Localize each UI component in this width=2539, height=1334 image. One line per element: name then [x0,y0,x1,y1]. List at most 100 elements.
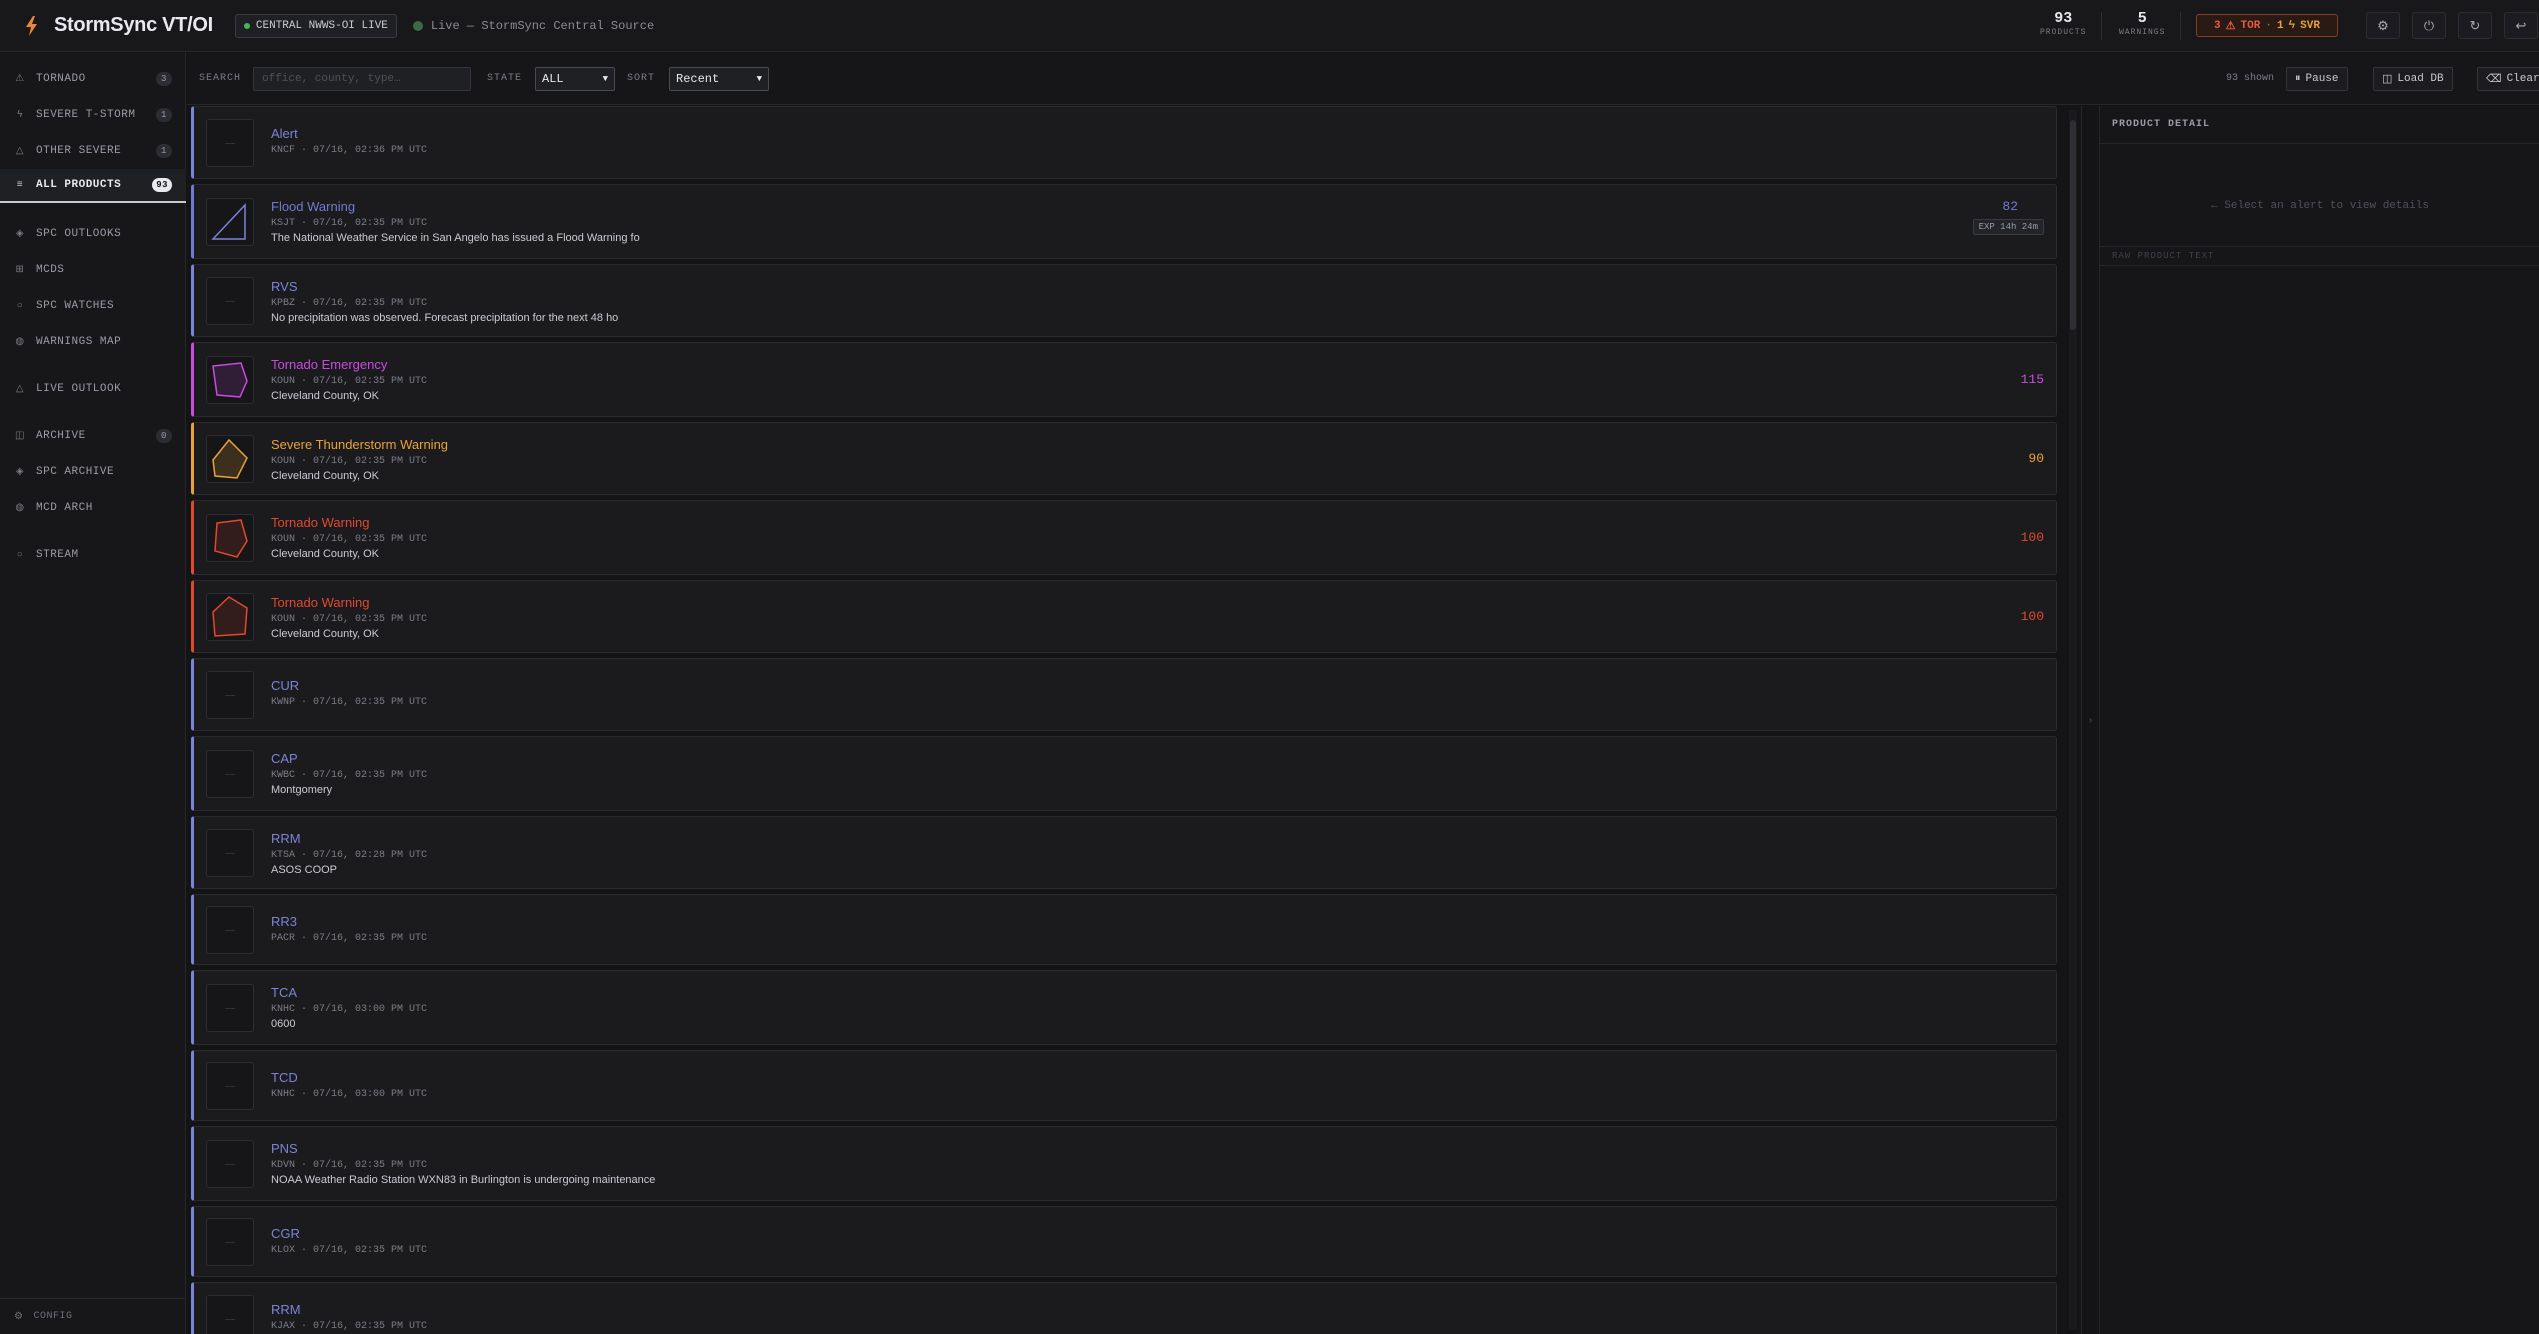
no-polygon-placeholder: — [206,1218,254,1266]
search-input[interactable] [253,67,471,91]
no-polygon-placeholder: — [206,1140,254,1188]
power-icon: ⏻ [2423,17,2435,33]
circle-icon: ○ [16,549,24,561]
no-polygon-placeholder: — [206,671,254,719]
source-dot-icon [412,20,423,31]
gear-icon: ⚙ [2377,17,2389,33]
sidebar: ⚠ TORNADO 3 ϟ SEVERE T-STORM 1 △ OTHER S… [0,52,186,1334]
config-button[interactable]: ⚙ CONFIG [0,1298,186,1334]
sidebar-item-live-outlook[interactable]: △ LIVE OUTLOOK [0,372,186,406]
sidebar-item-mcd-arch[interactable]: ◍ MCD ARCH [0,491,186,525]
product-meta: KOUN · 07/16, 02:35 PM UTC [271,534,428,545]
sidebar-item-label: SPC OUTLOOKS [36,228,122,240]
clear-label: Clear [2506,73,2539,85]
sidebar-item-spc-watches[interactable]: ○ SPC WATCHES [0,289,186,323]
sidebar-item-label: STREAM [36,549,79,561]
warning-polygon-icon [206,514,254,562]
scroll-thumb[interactable] [2070,120,2076,330]
sidebar-item-severe-tstorm[interactable]: ϟ SEVERE T-STORM 1 [0,98,186,132]
product-card[interactable]: — RRM KTSA · 07/16, 02:28 PM UTC ASOS COOP [191,816,2057,889]
sidebar-item-archive[interactable]: ◫ ARCHIVE 0 [0,419,186,453]
pause-label: Pause [2305,73,2339,85]
sidebar-item-warnings-map[interactable]: ◍ WARNINGS MAP [0,325,186,359]
clear-button[interactable]: ⌫ Clear [2477,67,2539,91]
state-select[interactable]: ALL ▼ [535,67,615,91]
back-button[interactable]: ↩ [2504,12,2538,39]
sidebar-badge: 1 [156,108,172,122]
svr-count: 1 [2276,19,2284,32]
svr-label: SVR [2300,19,2320,32]
product-card[interactable]: — TCA KNHC · 07/16, 03:00 PM UTC 0600 [191,970,2057,1045]
warning-triangle-icon: ⚠ [2225,20,2236,33]
filter-toolbar: SEARCH STATE ALL ▼ SORT Recent ▼ 93 show… [187,52,2539,105]
dash-icon: — [225,1002,235,1014]
no-polygon-placeholder: — [206,750,254,798]
sidebar-item-tornado[interactable]: ⚠ TORNADO 3 [0,62,186,96]
power-button[interactable]: ⏻ [2412,12,2446,39]
sidebar-item-mcds[interactable]: ⊞ MCDS [0,253,186,287]
polygon-shape [211,203,246,240]
product-card[interactable]: Tornado Warning KOUN · 07/16, 02:35 PM UT… [191,580,2057,653]
product-card[interactable]: Tornado Warning KOUN · 07/16, 02:35 PM UT… [191,500,2057,575]
sidebar-item-all-products[interactable]: ≡ ALL PRODUCTS 93 [0,169,186,203]
no-polygon-placeholder: — [206,119,254,167]
expiry-badge: EXP 14h 24m [1972,219,2044,235]
product-card[interactable]: Flood Warning KSJT · 07/16, 02:35 PM UTC T… [191,184,2057,259]
tor-label: TOR [2240,19,2261,32]
product-score: 100 [2020,530,2044,545]
dash-icon: — [225,1236,235,1248]
product-card[interactable]: — CGR KLOX · 07/16, 02:35 PM UTC [191,1206,2057,1277]
product-meta: KSJT · 07/16, 02:35 PM UTC [271,218,428,229]
diamond-icon: ◈ [15,229,25,240]
state-value: ALL [542,72,564,86]
sidebar-item-spc-outlooks[interactable]: ◈ SPC OUTLOOKS [0,217,186,251]
triangle-icon: ⚠ [15,74,25,85]
product-title: CAP [271,751,298,766]
product-card[interactable]: — TCD KNHC · 07/16, 03:00 PM UTC [191,1050,2057,1121]
detail-title: PRODUCT DETAIL [2100,106,2539,144]
detail-empty-message: ← Select an alert to view details [2211,200,2429,212]
warnings-stat: 5 WARNINGS [2119,10,2165,37]
product-title: Tornado Emergency [271,357,388,372]
source-status: Live — StormSync Central Source [412,19,654,33]
dash-icon: — [225,295,235,307]
warning-polygon-icon [206,198,254,246]
product-card[interactable]: — CAP KWBC · 07/16, 02:35 PM UTC Montgomery [191,736,2057,811]
load-db-button[interactable]: ◫ Load DB [2373,67,2453,91]
live-chip-label: CENTRAL NWWS-OI LIVE [255,19,388,32]
shown-count: 93 shown [2226,72,2275,84]
load-db-label: Load DB [2397,73,2444,85]
sidebar-item-label: MCD ARCH [36,502,93,514]
bolt-icon: ϟ [16,109,24,121]
product-card[interactable]: — PNS KDVN · 07/16, 02:35 PM UTC NOAA Weath… [191,1126,2057,1201]
sort-select[interactable]: Recent ▼ [669,67,769,91]
product-card[interactable]: — RRM KJAX · 07/16, 02:35 PM UTC [191,1282,2057,1334]
product-card[interactable]: — RR3 PACR · 07/16, 02:35 PM UTC [191,894,2057,965]
product-card[interactable]: — RVS KPBZ · 07/16, 02:35 PM UTC No precipi… [191,264,2057,337]
refresh-button[interactable]: ↻ [2458,12,2492,39]
sidebar-item-spc-archive[interactable]: ◈ SPC ARCHIVE [0,455,186,489]
product-card[interactable]: — Alert KNCF · 07/16, 02:36 PM UTC [191,106,2057,179]
no-polygon-placeholder: — [206,277,254,325]
product-description: Cleveland County, OK [271,628,380,640]
list-scrollbar[interactable] [2069,110,2077,1330]
product-card[interactable]: Tornado Emergency KOUN · 07/16, 02:35 PM … [191,342,2057,417]
app-title: StormSync VT/OI [54,14,213,36]
globe-icon: ◍ [15,503,25,514]
product-card[interactable]: Severe Thunderstorm Warning KOUN · 07/16,… [191,422,2057,495]
active-alerts-chip[interactable]: 3 ⚠ TOR · 1 ϟ SVR [2196,14,2338,37]
config-label: CONFIG [33,1311,73,1322]
sidebar-item-stream[interactable]: ○ STREAM [0,538,186,572]
panel-splitter[interactable]: › [2081,106,2099,1334]
product-description: No precipitation was observed. Forecast … [271,312,619,324]
sidebar-item-label: ARCHIVE [36,430,86,442]
globe-icon: ◍ [15,337,25,348]
product-card[interactable]: — CUR KWNP · 07/16, 02:35 PM UTC [191,658,2057,731]
product-description: Cleveland County, OK [271,548,380,560]
product-list: — Alert KNCF · 07/16, 02:36 PM UTC Flood Wa… [187,106,2067,1334]
grid-icon: ⊞ [15,265,25,276]
settings-button[interactable]: ⚙ [2366,12,2400,39]
sidebar-item-other-severe[interactable]: △ OTHER SEVERE 1 [0,134,186,168]
pause-button[interactable]: ⏸ Pause [2286,67,2348,91]
product-title: RR3 [271,914,298,929]
